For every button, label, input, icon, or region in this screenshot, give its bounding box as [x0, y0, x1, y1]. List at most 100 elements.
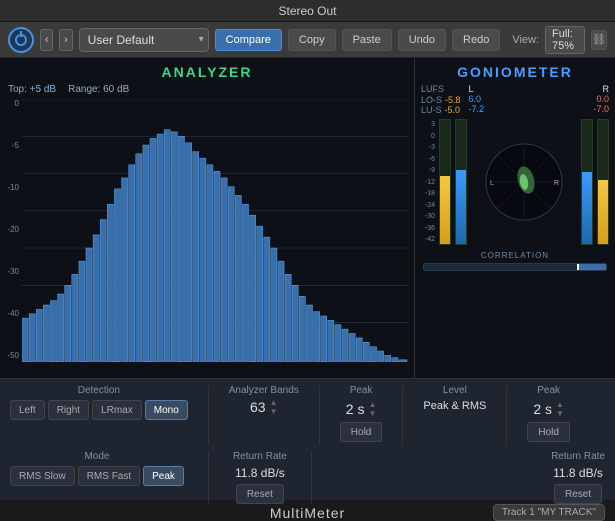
analyzer-bands-control: Analyzer Bands 63 ▲▼	[229, 385, 299, 416]
compare-button[interactable]: Compare	[215, 29, 282, 51]
bottom-controls: Detection Left Right LRmax Mono Analyzer…	[0, 378, 615, 500]
svg-text:125: 125	[107, 359, 121, 369]
peak-left-label: Peak	[350, 385, 373, 396]
r-label: R	[603, 84, 610, 94]
mono-button[interactable]: Mono	[145, 400, 188, 420]
svg-text:500: 500	[178, 359, 192, 369]
divider-3	[402, 385, 403, 445]
level-meters: 3 0 -3 -6 -9 -12 -18 -24 -30 -36 -42	[415, 117, 615, 247]
hold-right-button[interactable]: Hold	[527, 422, 570, 442]
detection-buttons: Left Right LRmax Mono	[10, 400, 188, 420]
svg-text:31: 31	[50, 359, 59, 369]
lrmax-button[interactable]: LRmax	[92, 400, 142, 420]
divider-5	[208, 451, 209, 504]
toolbar: ‹ › User Default ▾ Compare Copy Paste Un…	[0, 22, 615, 58]
lufs-section: LUFS LO-S -5.8 LU-S -5.0	[421, 84, 461, 115]
meter-l-blue-fill	[456, 170, 466, 244]
power-button[interactable]	[8, 27, 34, 53]
view-value[interactable]: Full: 75%	[545, 26, 585, 54]
peak-right-label: Peak	[537, 385, 560, 396]
peak-mode-button[interactable]: Peak	[143, 466, 184, 486]
level-value: Peak & RMS	[423, 400, 486, 412]
return-rate-left-group: Return Rate 11.8 dB/s Reset	[233, 451, 287, 504]
svg-text:2k: 2k	[250, 359, 259, 369]
divider-2	[319, 385, 320, 445]
hold-left-button[interactable]: Hold	[340, 422, 383, 442]
lr-section: L R 6.0 0.0 -7.2 -7.0	[469, 84, 609, 115]
reset-left-button[interactable]: Reset	[236, 484, 284, 504]
analyzer-title: ANALYZER	[0, 58, 414, 82]
y-label-30: -30	[0, 267, 22, 276]
level-group: Level Peak & RMS	[423, 385, 486, 412]
goniometer-panel: GONIOMETER LUFS LO-S -5.8 LU-S -5.0 L R	[415, 58, 615, 378]
detection-group: Detection Left Right LRmax Mono	[10, 385, 188, 420]
copy-button[interactable]: Copy	[288, 29, 336, 51]
rms-slow-button[interactable]: RMS Slow	[10, 466, 75, 486]
goniometer-display: L R	[484, 142, 564, 222]
track-badge: Track 1 "MY TRACK"	[493, 504, 605, 521]
correlation-bar	[423, 263, 607, 271]
y-label-0: 0	[0, 99, 22, 108]
level-label: Level	[443, 385, 467, 396]
reset-right-button[interactable]: Reset	[554, 484, 602, 504]
meter-r-yellow	[597, 119, 609, 245]
y-label-20: -20	[0, 225, 22, 234]
preset-select-wrapper: User Default ▾	[79, 28, 209, 52]
analyzer-panel: ANALYZER Top: +5 dB Range: 60 dB 0 -5 -1…	[0, 58, 415, 378]
correlation-section: CORRELATION	[415, 247, 615, 275]
prev-button[interactable]: ‹	[40, 29, 53, 51]
return-rate-left-value: 11.8 dB/s	[235, 466, 285, 480]
y-label-50: -50	[0, 351, 22, 360]
meter-r-blue	[581, 119, 593, 245]
next-button[interactable]: ›	[59, 29, 72, 51]
peak-right-value-group: 2 s ▲▼	[533, 400, 564, 418]
peak-left-value-group: 2 s ▲▼	[346, 400, 377, 418]
right-button[interactable]: Right	[48, 400, 89, 420]
undo-button[interactable]: Undo	[398, 29, 446, 51]
y-label-40: -40	[0, 309, 22, 318]
return-rate-left-label: Return Rate	[233, 451, 287, 462]
paste-button[interactable]: Paste	[342, 29, 392, 51]
peak-right-value: 2 s	[533, 401, 552, 417]
bottom-footer: MultiMeter Track 1 "MY TRACK"	[10, 504, 605, 521]
analyzer-bands-stepper[interactable]: ▲▼	[270, 398, 278, 416]
correlation-marker	[577, 264, 579, 270]
svg-text:62: 62	[79, 359, 88, 369]
peak-left-group: Peak 2 s ▲▼ Hold	[340, 385, 383, 442]
divider-4	[506, 385, 507, 445]
svg-text:4k: 4k	[285, 359, 294, 369]
preset-select[interactable]: User Default	[79, 28, 209, 52]
left-button[interactable]: Left	[10, 400, 45, 420]
view-label: View:	[512, 34, 539, 46]
analyzer-info: Top: +5 dB Range: 60 dB	[0, 82, 414, 97]
window-title: Stereo Out	[278, 4, 336, 18]
y-label-10: -10	[0, 183, 22, 192]
mode-group: Mode RMS Slow RMS Fast Peak	[10, 451, 184, 486]
return-rate-right-value: 11.8 dB/s	[553, 466, 603, 480]
spectrum-chart: 16 31 62 125 250 500 1k 2k 4k 8k 16k Hz	[22, 99, 408, 378]
track-badge-wrapper: Track 1 "MY TRACK"	[407, 504, 605, 521]
peak-left-stepper[interactable]: ▲▼	[368, 400, 376, 418]
link-icon[interactable]: ⛓	[591, 30, 607, 50]
lufs-label: LUFS	[421, 84, 461, 94]
r-rms-val: -7.0	[593, 104, 609, 114]
redo-button[interactable]: Redo	[452, 29, 500, 51]
mode-label: Mode	[84, 451, 109, 462]
controls-top-row: Detection Left Right LRmax Mono Analyzer…	[10, 385, 605, 445]
detection-label: Detection	[78, 385, 120, 396]
y-label-5: -5	[0, 141, 22, 150]
peak-right-group: Peak 2 s ▲▼ Hold	[527, 385, 570, 442]
title-bar: Stereo Out	[0, 0, 615, 22]
return-rate-right-group: Return Rate 11.8 dB/s Reset	[551, 451, 605, 504]
range-label: Range: 60 dB	[68, 84, 129, 95]
controls-bottom-row: Mode RMS Slow RMS Fast Peak Return Rate …	[10, 451, 605, 504]
mode-buttons: RMS Slow RMS Fast Peak	[10, 466, 184, 486]
peak-left-value: 2 s	[346, 401, 365, 417]
rms-fast-button[interactable]: RMS Fast	[78, 466, 140, 486]
r-peak-val: 0.0	[596, 94, 609, 104]
peak-right-stepper[interactable]: ▲▼	[556, 400, 564, 418]
lufs-lo-label: LO-S	[421, 95, 442, 105]
svg-text:16: 16	[22, 359, 31, 369]
svg-text:Hz: Hz	[394, 359, 404, 369]
lufs-lui-label: LU-S	[421, 105, 442, 115]
